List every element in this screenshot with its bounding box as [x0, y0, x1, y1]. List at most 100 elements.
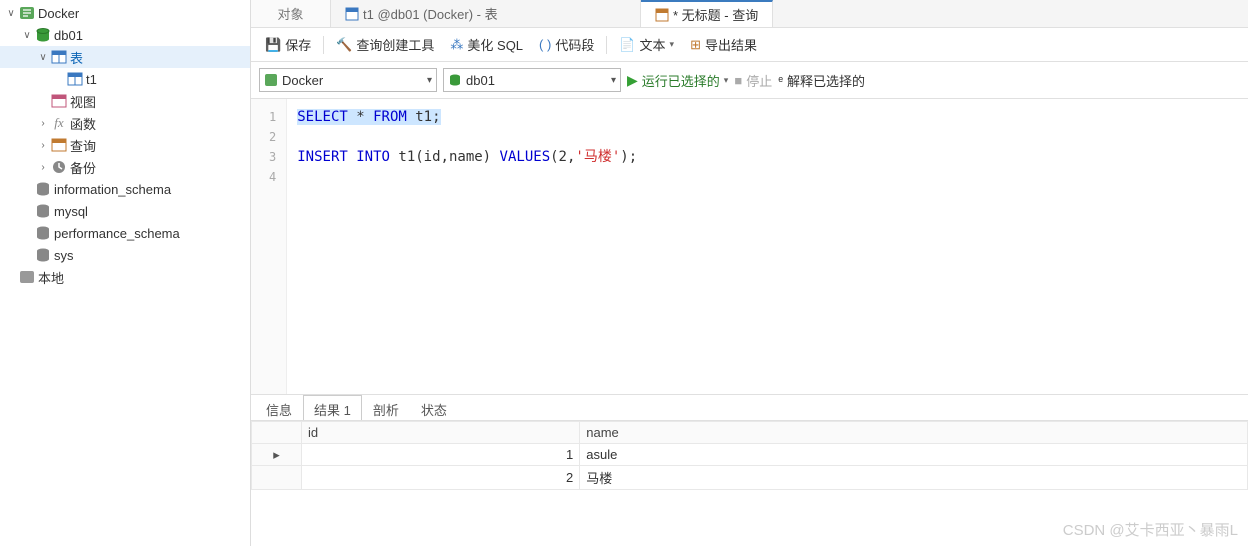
play-icon: ▶	[627, 72, 638, 89]
main-area: 对象 t1 @db01 (Docker) - 表 * 无标题 - 查询 💾保存 …	[251, 0, 1248, 546]
sql-keyword: FROM	[373, 109, 407, 125]
query-icon	[50, 136, 68, 154]
tree-functions[interactable]: ›fx函数	[0, 112, 250, 134]
row-indicator: ▸	[252, 444, 302, 466]
tab-query[interactable]: * 无标题 - 查询	[641, 0, 773, 27]
tree-views[interactable]: 视图	[0, 90, 250, 112]
chevron-down-icon: ▾	[611, 75, 616, 86]
tree-database-label: db01	[54, 28, 83, 43]
text-button[interactable]: 📄文本▾	[613, 33, 680, 56]
query-builder-label: 查询创建工具	[356, 35, 434, 54]
tree-database[interactable]: ∨db01	[0, 24, 250, 46]
tree-info-schema[interactable]: information_schema	[0, 178, 250, 200]
save-icon: 💾	[265, 37, 281, 53]
connection-row: Docker ▾ db01 ▾ ▶运行已选择的▾ ■停止 ᵉ解释已选择的	[251, 62, 1248, 99]
code-area[interactable]: SELECT * FROM t1; INSERT INTO t1(id,name…	[287, 99, 647, 394]
database-icon	[34, 202, 52, 220]
tree-backups-label: 备份	[70, 158, 96, 177]
sql-editor[interactable]: 1234 SELECT * FROM t1; INSERT INTO t1(id…	[251, 99, 1248, 395]
snippets-button[interactable]: ( )代码段	[533, 33, 600, 56]
table-header-row: id name	[252, 422, 1248, 444]
sql-text: t1(id,name)	[390, 149, 500, 165]
tree-functions-label: 函数	[70, 114, 96, 133]
query-builder-button[interactable]: 🔨查询创建工具	[330, 33, 440, 56]
sql-keyword: INTO	[348, 149, 390, 165]
snippets-label: 代码段	[555, 35, 594, 54]
table-group-icon	[50, 48, 68, 66]
tab-table[interactable]: t1 @db01 (Docker) - 表	[331, 0, 641, 27]
tree-local-label: 本地	[38, 268, 64, 287]
sql-text: t1;	[407, 109, 441, 125]
tab-query-label: * 无标题 - 查询	[673, 5, 758, 24]
explain-button[interactable]: ᵉ解释已选择的	[778, 71, 865, 90]
export-button[interactable]: ⊞导出结果	[684, 33, 763, 56]
tree-local[interactable]: 本地	[0, 266, 250, 288]
table-icon	[66, 70, 84, 88]
database-combo-label: db01	[466, 73, 495, 88]
export-icon: ⊞	[690, 37, 701, 53]
result-grid[interactable]: id name ▸ 1 asule 2 马楼	[251, 421, 1248, 490]
tree-sys-label: sys	[54, 248, 74, 263]
beautify-button[interactable]: ⁂美化 SQL	[444, 33, 529, 56]
database-icon	[34, 246, 52, 264]
stop-button: ■停止	[734, 71, 772, 90]
beautify-label: 美化 SQL	[467, 35, 523, 54]
connection-icon	[18, 4, 36, 22]
separator	[606, 36, 607, 54]
tree-queries-label: 查询	[70, 136, 96, 155]
backup-icon	[50, 158, 68, 176]
toolbar: 💾保存 🔨查询创建工具 ⁂美化 SQL ( )代码段 📄文本▾ ⊞导出结果	[251, 28, 1248, 62]
tree-table-t1[interactable]: t1	[0, 68, 250, 90]
gutter: 1234	[251, 99, 287, 394]
tree-views-label: 视图	[70, 92, 96, 111]
result-tab-status[interactable]: 状态	[410, 395, 458, 420]
result-tab-profile[interactable]: 剖析	[362, 395, 410, 420]
connection-combo[interactable]: Docker ▾	[259, 68, 437, 92]
table-icon	[345, 7, 359, 21]
tree-mysql-label: mysql	[54, 204, 88, 219]
tree-sys[interactable]: sys	[0, 244, 250, 266]
database-icon	[34, 224, 52, 242]
col-name-header[interactable]: name	[580, 422, 1248, 444]
run-button[interactable]: ▶运行已选择的▾	[627, 71, 728, 90]
tree-connection[interactable]: ∨Docker	[0, 2, 250, 24]
result-tab-result1[interactable]: 结果 1	[303, 395, 362, 420]
export-label: 导出结果	[705, 35, 757, 54]
tab-objects-label: 对象	[277, 4, 303, 23]
row-indicator	[252, 466, 302, 490]
tree-queries[interactable]: ›查询	[0, 134, 250, 156]
cell-id[interactable]: 2	[302, 466, 580, 490]
chevron-down-icon: ▾	[427, 75, 432, 86]
table-row[interactable]: 2 马楼	[252, 466, 1248, 490]
table-row[interactable]: ▸ 1 asule	[252, 444, 1248, 466]
tree-perf-schema-label: performance_schema	[54, 226, 180, 241]
cell-name[interactable]: asule	[580, 444, 1248, 466]
database-combo[interactable]: db01 ▾	[443, 68, 621, 92]
result-tab-info[interactable]: 信息	[255, 395, 303, 420]
doc-icon: 📄	[619, 37, 635, 53]
row-indicator-header	[252, 422, 302, 444]
sql-keyword: INSERT	[297, 149, 348, 165]
cell-name[interactable]: 马楼	[580, 466, 1248, 490]
cell-id[interactable]: 1	[302, 444, 580, 466]
text-label: 文本	[640, 35, 666, 54]
tree-tables[interactable]: ∨表	[0, 46, 250, 68]
sql-text: (2,	[550, 149, 575, 165]
database-icon	[34, 26, 52, 44]
run-label: 运行已选择的	[642, 71, 720, 90]
connection-icon	[18, 268, 36, 286]
sql-text: *	[348, 109, 373, 125]
database-icon	[34, 180, 52, 198]
save-button[interactable]: 💾保存	[259, 33, 317, 56]
tree-perf-schema[interactable]: performance_schema	[0, 222, 250, 244]
col-id-header[interactable]: id	[302, 422, 580, 444]
connection-combo-label: Docker	[282, 73, 323, 88]
tree-mysql[interactable]: mysql	[0, 200, 250, 222]
tabs-bar: 对象 t1 @db01 (Docker) - 表 * 无标题 - 查询	[251, 0, 1248, 28]
sql-keyword: SELECT	[297, 109, 348, 125]
tree-backups[interactable]: ›备份	[0, 156, 250, 178]
tab-objects[interactable]: 对象	[251, 0, 331, 27]
sql-string: '马楼'	[575, 149, 620, 165]
sql-keyword: VALUES	[500, 149, 551, 165]
views-icon	[50, 92, 68, 110]
